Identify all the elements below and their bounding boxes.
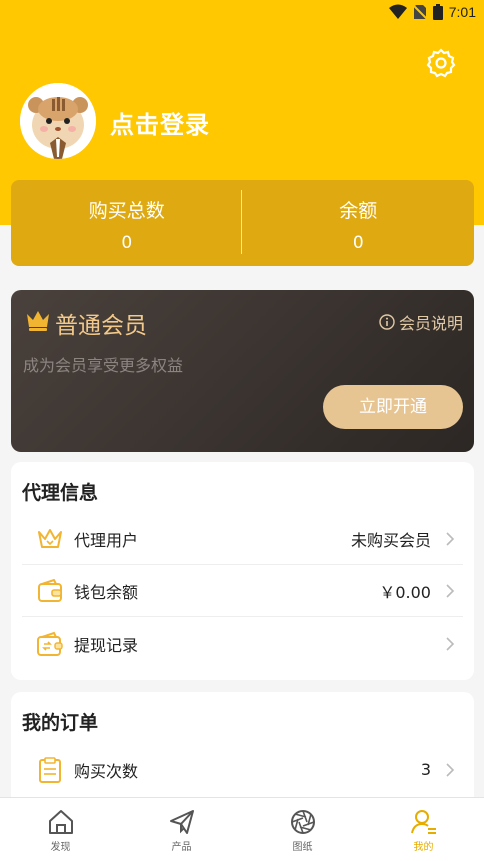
vip-card: 普通会员 会员说明 成为会员享受更多权益 立即开通 (11, 290, 474, 452)
gear-icon[interactable] (426, 48, 456, 78)
status-icons: 7:01 (388, 4, 476, 20)
crown-icon (36, 525, 64, 553)
row-label: 代理用户 (74, 531, 139, 550)
tab-label: 图纸 (292, 842, 313, 853)
status-bar: 7:01 (0, 0, 484, 28)
row-value: 未购买会员 (350, 531, 431, 550)
hamster-avatar-icon (20, 83, 96, 159)
agent-info-title: 代理信息 (22, 482, 99, 504)
open-membership-button[interactable]: 立即开通 (323, 385, 463, 429)
info-icon (379, 314, 395, 330)
aperture-icon (290, 810, 315, 834)
tab-discover[interactable]: 发现 (0, 798, 121, 861)
crown-icon (27, 311, 49, 331)
stat-value: 0 (121, 233, 133, 253)
vip-explain-link[interactable]: 会员说明 (379, 310, 463, 334)
withdraw-icon (36, 630, 64, 658)
tab-blueprints[interactable]: 图纸 (242, 798, 363, 861)
my-orders-card: 我的订单 购买次数 3 (11, 692, 474, 812)
agent-user-row[interactable]: 代理用户 未购买会员 (22, 514, 463, 565)
row-label: 购买次数 (74, 761, 139, 781)
row-label: 钱包余额 (74, 583, 139, 602)
wallet-icon (36, 577, 64, 605)
vip-subtitle: 成为会员享受更多权益 (23, 356, 184, 375)
stat-value: 0 (352, 233, 364, 253)
purchase-count-row[interactable]: 购买次数 3 (22, 744, 463, 795)
agent-info-card: 代理信息 代理用户 未购买会员 钱包余额 ￥0.00 提现记录 (11, 462, 474, 680)
my-orders-title: 我的订单 (22, 712, 99, 734)
tab-products[interactable]: 产品 (121, 798, 242, 861)
row-label: 提现记录 (74, 635, 139, 655)
withdraw-records-row[interactable]: 提现记录 (22, 618, 463, 669)
user-icon (410, 810, 436, 834)
vip-explain-label: 会员说明 (398, 314, 463, 333)
stat-label: 余额 (339, 200, 378, 222)
stats-divider (241, 190, 242, 254)
no-sim-icon (412, 4, 427, 20)
tab-mine[interactable]: 我的 (363, 798, 484, 861)
stats-panel: 购买总数 0 余额 0 (11, 180, 474, 266)
home-icon (48, 810, 73, 834)
stat-label: 购买总数 (88, 200, 165, 222)
status-time: 7:01 (448, 4, 476, 20)
chevron-right-icon (446, 584, 455, 598)
vip-title: 普通会员 (55, 313, 147, 339)
chevron-right-icon (446, 762, 455, 777)
wifi-icon (388, 4, 407, 19)
chevron-right-icon (446, 532, 455, 546)
stat-total-purchases[interactable]: 购买总数 0 (11, 180, 243, 266)
battery-icon (432, 4, 443, 20)
stat-balance[interactable]: 余额 0 (243, 180, 475, 266)
row-value: 3 (420, 760, 431, 779)
clipboard-icon (36, 756, 64, 784)
row-value: ￥0.00 (379, 583, 431, 602)
avatar[interactable] (20, 83, 96, 159)
tab-label: 发现 (50, 842, 71, 853)
bottom-tab-bar: 发现 产品 图纸 我的 (0, 797, 484, 861)
paper-plane-icon (169, 810, 194, 834)
tab-label: 产品 (171, 842, 192, 853)
tab-label: 我的 (413, 842, 434, 853)
chevron-right-icon (446, 636, 455, 651)
wallet-balance-row[interactable]: 钱包余额 ￥0.00 (22, 566, 463, 617)
login-text[interactable]: 点击登录 (110, 105, 210, 140)
